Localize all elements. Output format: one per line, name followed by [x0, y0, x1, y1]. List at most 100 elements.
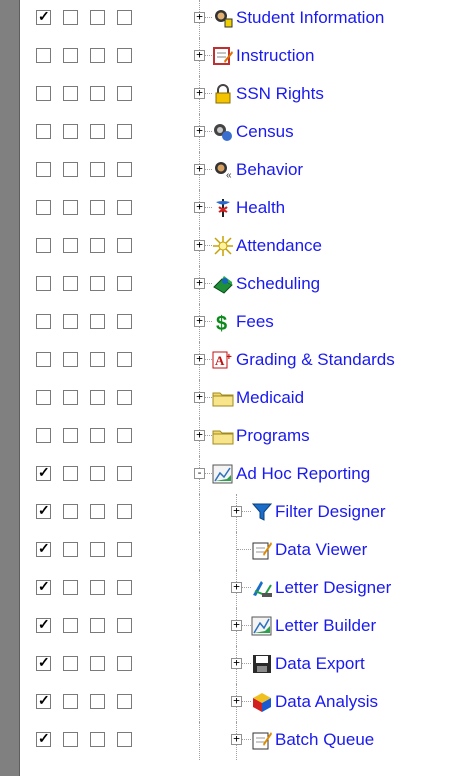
rights-checkbox-2[interactable]: [63, 580, 78, 595]
tree-row-census[interactable]: + Census: [0, 114, 460, 152]
collapse-toggle[interactable]: -: [194, 467, 205, 479]
rights-checkbox-4[interactable]: [117, 580, 132, 595]
rights-checkbox-3[interactable]: [90, 428, 105, 443]
rights-checkbox-1[interactable]: ✓: [36, 616, 51, 633]
tree-item-label[interactable]: Data Analysis: [275, 691, 378, 713]
rights-checkbox-2[interactable]: [63, 694, 78, 709]
expand-toggle[interactable]: +: [194, 277, 205, 289]
rights-checkbox-4[interactable]: [117, 694, 132, 709]
rights-checkbox-4[interactable]: [117, 504, 132, 519]
rights-checkbox-1[interactable]: [36, 428, 51, 443]
tree-row-behavior[interactable]: + « Behavior: [0, 152, 460, 190]
rights-checkbox-1[interactable]: ✓: [36, 464, 51, 481]
rights-checkbox-4[interactable]: [117, 428, 132, 443]
expand-toggle[interactable]: +: [194, 201, 205, 213]
tree-row-filter-designer[interactable]: ✓ + Filter Designer: [0, 494, 460, 532]
rights-checkbox-1[interactable]: [36, 276, 51, 291]
rights-checkbox-3[interactable]: [90, 86, 105, 101]
rights-checkbox-4[interactable]: [117, 238, 132, 253]
expand-toggle[interactable]: +: [231, 619, 242, 631]
tree-row-fees[interactable]: + $ Fees: [0, 304, 460, 342]
rights-checkbox-1[interactable]: ✓: [36, 8, 51, 25]
rights-checkbox-2[interactable]: [63, 314, 78, 329]
rights-checkbox-3[interactable]: [90, 390, 105, 405]
rights-checkbox-1[interactable]: [36, 200, 51, 215]
rights-checkbox-2[interactable]: [63, 276, 78, 291]
tree-item-label[interactable]: Instruction: [236, 45, 314, 67]
tree-row-letter-builder[interactable]: ✓ + Letter Builder: [0, 608, 460, 646]
rights-checkbox-1[interactable]: ✓: [36, 578, 51, 595]
expand-toggle[interactable]: +: [194, 239, 205, 251]
tree-item-label[interactable]: SSN Rights: [236, 83, 324, 105]
rights-checkbox-1[interactable]: ✓: [36, 540, 51, 557]
rights-checkbox-2[interactable]: [63, 124, 78, 139]
tree-row-scheduling[interactable]: + Scheduling: [0, 266, 460, 304]
rights-checkbox-2[interactable]: [63, 504, 78, 519]
expand-toggle[interactable]: +: [231, 581, 242, 593]
rights-checkbox-2[interactable]: [63, 390, 78, 405]
rights-checkbox-4[interactable]: [117, 656, 132, 671]
tree-item-label[interactable]: Data Export: [275, 653, 365, 675]
tree-row-data-analysis[interactable]: ✓ + Data Analysis: [0, 684, 460, 722]
tree-item-label[interactable]: Attendance: [236, 235, 322, 257]
rights-checkbox-3[interactable]: [90, 48, 105, 63]
tree-item-label[interactable]: Programs: [236, 425, 310, 447]
rights-checkbox-2[interactable]: [63, 10, 78, 25]
expand-toggle[interactable]: +: [194, 429, 205, 441]
rights-checkbox-3[interactable]: [90, 580, 105, 595]
tree-row-attendance[interactable]: + Attendance: [0, 228, 460, 266]
expand-toggle[interactable]: +: [194, 11, 205, 23]
expand-toggle[interactable]: +: [194, 125, 205, 137]
rights-checkbox-1[interactable]: [36, 162, 51, 177]
rights-checkbox-2[interactable]: [63, 732, 78, 747]
tree-row-medicaid[interactable]: + Medicaid: [0, 380, 460, 418]
expand-toggle[interactable]: +: [231, 733, 242, 745]
expand-toggle[interactable]: +: [231, 695, 242, 707]
tree-item-label[interactable]: Scheduling: [236, 273, 320, 295]
rights-checkbox-1[interactable]: [36, 124, 51, 139]
rights-checkbox-4[interactable]: [117, 542, 132, 557]
expand-toggle[interactable]: +: [194, 315, 205, 327]
rights-checkbox-1[interactable]: ✓: [36, 730, 51, 747]
rights-checkbox-4[interactable]: [117, 10, 132, 25]
expand-toggle[interactable]: +: [194, 49, 205, 61]
tree-row-ad-hoc-reporting[interactable]: ✓ - Ad Hoc Reporting: [0, 456, 460, 494]
tree-item-label[interactable]: Letter Designer: [275, 577, 391, 599]
rights-checkbox-2[interactable]: [63, 428, 78, 443]
tree-row-data-export[interactable]: ✓ + Data Export: [0, 646, 460, 684]
rights-checkbox-4[interactable]: [117, 390, 132, 405]
rights-checkbox-4[interactable]: [117, 162, 132, 177]
tree-item-label[interactable]: Data Viewer: [275, 539, 367, 561]
rights-checkbox-3[interactable]: [90, 162, 105, 177]
tree-row-batch-queue[interactable]: ✓ + Batch Queue: [0, 722, 460, 760]
rights-checkbox-3[interactable]: [90, 618, 105, 633]
rights-checkbox-4[interactable]: [117, 48, 132, 63]
tree-row-health[interactable]: + Health: [0, 190, 460, 228]
rights-checkbox-1[interactable]: [36, 314, 51, 329]
tree-row-student-information[interactable]: ✓ + Student Information: [0, 0, 460, 38]
tree-item-label[interactable]: Student Information: [236, 7, 384, 29]
tree-row-data-viewer[interactable]: ✓ Data Viewer: [0, 532, 460, 570]
tree-item-label[interactable]: Letter Builder: [275, 615, 376, 637]
rights-checkbox-3[interactable]: [90, 352, 105, 367]
tree-item-label[interactable]: Fees: [236, 311, 274, 333]
rights-checkbox-3[interactable]: [90, 732, 105, 747]
rights-checkbox-4[interactable]: [117, 314, 132, 329]
rights-checkbox-1[interactable]: [36, 390, 51, 405]
tree-item-label[interactable]: Grading & Standards: [236, 349, 395, 371]
rights-checkbox-3[interactable]: [90, 656, 105, 671]
tree-row-ssn-rights[interactable]: + SSN Rights: [0, 76, 460, 114]
rights-checkbox-3[interactable]: [90, 466, 105, 481]
tree-row-instruction[interactable]: + Instruction: [0, 38, 460, 76]
rights-checkbox-3[interactable]: [90, 504, 105, 519]
rights-checkbox-4[interactable]: [117, 618, 132, 633]
rights-checkbox-1[interactable]: [36, 86, 51, 101]
tree-item-label[interactable]: Medicaid: [236, 387, 304, 409]
rights-checkbox-4[interactable]: [117, 124, 132, 139]
rights-checkbox-3[interactable]: [90, 542, 105, 557]
rights-checkbox-1[interactable]: [36, 48, 51, 63]
tree-row-grading-and-standards[interactable]: + A + Grading & Standards: [0, 342, 460, 380]
expand-toggle[interactable]: +: [194, 353, 205, 365]
rights-checkbox-4[interactable]: [117, 276, 132, 291]
expand-toggle[interactable]: +: [194, 163, 205, 175]
